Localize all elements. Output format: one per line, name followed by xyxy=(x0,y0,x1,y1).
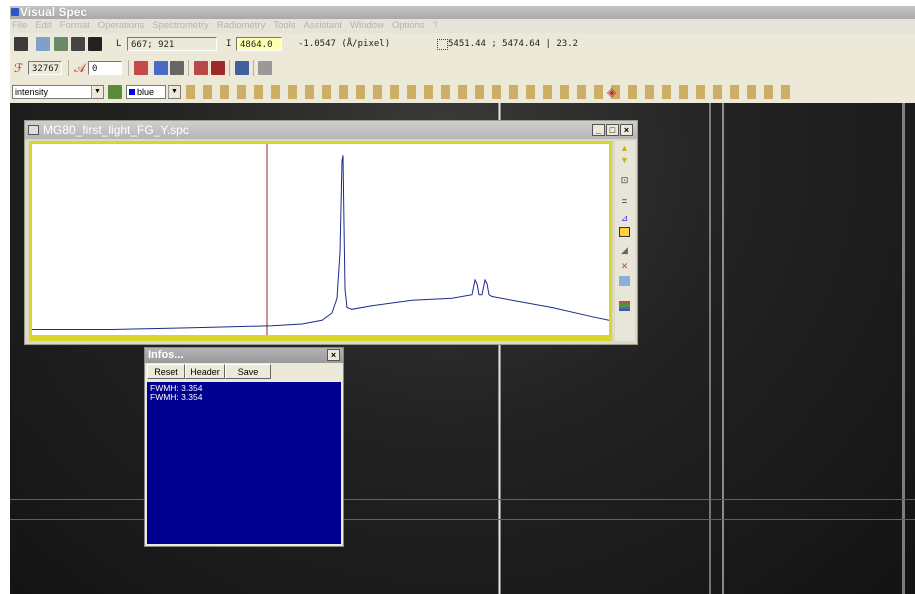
save-icon[interactable] xyxy=(88,37,102,51)
menu-edit[interactable]: Edit xyxy=(35,20,51,31)
range-icon xyxy=(437,39,448,50)
level-icon: ℱ xyxy=(14,61,24,75)
spectrum-window-titlebar[interactable]: MG80_first_light_FG_Y.spc _ □ × xyxy=(25,121,637,139)
intensity-label: I xyxy=(226,39,232,49)
separator xyxy=(68,60,69,76)
spectrum-window-title: MG80_first_light_FG_Y.spc xyxy=(43,123,189,137)
color-select-value: blue xyxy=(137,87,155,97)
offset-icon: 𝒜 xyxy=(74,61,86,75)
menu-window[interactable]: Window xyxy=(350,20,384,31)
color-dropdown[interactable]: ▼ xyxy=(168,85,181,99)
graph-icon[interactable]: ⊿ xyxy=(619,213,630,223)
profile-select-value: intensity xyxy=(15,87,49,97)
color-select[interactable]: blue xyxy=(126,85,166,99)
level-input[interactable]: 32767 xyxy=(28,61,62,75)
open-icon[interactable] xyxy=(36,37,50,51)
image-line xyxy=(902,103,905,594)
mirror-icon[interactable]: ◈ xyxy=(607,85,616,99)
infos-window: Infos... × Reset Header Save FWMH: 3.354… xyxy=(144,347,344,547)
close-button[interactable]: × xyxy=(327,349,340,361)
menu-help[interactable]: ? xyxy=(433,20,438,31)
toolbar-main: L 667; 921 I 4864.0 -1.0547 (Å/pixel) 54… xyxy=(10,33,915,57)
spectrum-chart[interactable] xyxy=(32,144,610,335)
app-title: Visual Spec xyxy=(20,6,88,19)
menu-file[interactable]: File xyxy=(12,20,27,31)
header-button[interactable]: Header xyxy=(185,364,225,379)
save-button[interactable]: Save xyxy=(225,364,271,379)
separator xyxy=(128,60,129,76)
menu-options[interactable]: Options xyxy=(392,20,425,31)
toolbar-levels: ℱ 32767 𝒜 0 xyxy=(10,56,915,82)
menu-bar: File Edit Format Operations Spectrometry Radi… xyxy=(10,19,915,33)
equal-icon[interactable] xyxy=(211,61,225,75)
menu-format[interactable]: Format xyxy=(60,20,90,31)
lambda-label: L xyxy=(116,39,122,49)
range-readout: 5451.44 ; 5474.64 | 23.2 xyxy=(448,39,579,49)
profile-select[interactable]: intensity ▼ xyxy=(12,85,104,99)
scale-icon[interactable]: ◢ xyxy=(619,245,630,255)
separator xyxy=(253,60,254,76)
equal-icon[interactable]: = xyxy=(619,196,630,206)
separator xyxy=(188,60,189,76)
document-icon xyxy=(28,125,39,135)
close-button[interactable]: × xyxy=(620,124,633,136)
color-swatch xyxy=(129,89,135,95)
refresh-icon[interactable] xyxy=(154,61,168,75)
calc-icon[interactable] xyxy=(170,61,184,75)
cross-icon[interactable]: ✕ xyxy=(619,261,630,271)
menu-operations[interactable]: Operations xyxy=(98,20,144,31)
picture-icon[interactable] xyxy=(619,276,630,286)
spectrum-window: MG80_first_light_FG_Y.spc _ □ × ▲ ▼ ⊡ = … xyxy=(24,120,638,345)
rainbow-icon[interactable] xyxy=(619,301,630,311)
plot-frame xyxy=(29,141,612,341)
image-line xyxy=(722,103,724,594)
arrow-up-icon[interactable]: ▲ xyxy=(619,143,630,153)
infos-window-titlebar[interactable]: Infos... × xyxy=(145,348,343,363)
maximize-button[interactable]: □ xyxy=(606,124,619,136)
spectrum-plot[interactable] xyxy=(32,144,610,335)
compare-icon[interactable] xyxy=(134,61,148,75)
stack-icon[interactable] xyxy=(194,61,208,75)
plot-sidebar: ▲ ▼ ⊡ = ⊿ ◢ ✕ xyxy=(615,141,635,341)
app-icon xyxy=(11,8,19,16)
menu-tools[interactable]: Tools xyxy=(273,20,295,31)
minimize-button[interactable]: _ xyxy=(592,124,605,136)
tool-icon-strip[interactable] xyxy=(186,85,792,99)
menu-radiometry[interactable]: Radiometry xyxy=(217,20,266,31)
infos-window-title: Infos... xyxy=(148,349,184,361)
image-line xyxy=(709,103,711,594)
arrow-down-icon[interactable]: ▼ xyxy=(619,155,630,165)
app-window: Visual Spec File Edit Format Operations Spec… xyxy=(10,6,915,594)
chevron-down-icon: ▼ xyxy=(168,86,180,98)
print-icon[interactable] xyxy=(71,37,85,51)
intensity-readout: 4864.0 xyxy=(236,37,282,51)
offset-input[interactable]: 0 xyxy=(88,61,122,75)
frame-icon[interactable] xyxy=(619,227,630,237)
lock-icon[interactable]: ⊡ xyxy=(619,175,630,185)
toolbar-profile: intensity ▼ blue ▼ ◈ xyxy=(10,81,915,104)
app-titlebar[interactable]: Visual Spec xyxy=(10,6,915,19)
spectrum-series-line xyxy=(32,155,610,330)
infos-text-area[interactable]: FWMH: 3.354 FWMH: 3.354 xyxy=(147,382,341,544)
menu-spectrometry[interactable]: Spectrometry xyxy=(152,20,209,31)
tools-icon[interactable] xyxy=(258,61,272,75)
image-icon[interactable] xyxy=(54,37,68,51)
separator xyxy=(229,60,230,76)
menu-assistant[interactable]: Assistant xyxy=(304,20,343,31)
bars-icon[interactable] xyxy=(235,61,249,75)
lambda-readout: 667; 921 xyxy=(127,37,217,51)
dispersion-readout: -1.0547 (Å/pixel) xyxy=(298,39,391,49)
color-icon[interactable] xyxy=(108,85,122,99)
info-line: FWMH: 3.354 xyxy=(150,392,203,402)
reset-button[interactable]: Reset xyxy=(147,364,185,379)
split-icon[interactable] xyxy=(14,37,28,51)
chevron-down-icon: ▼ xyxy=(91,86,103,98)
